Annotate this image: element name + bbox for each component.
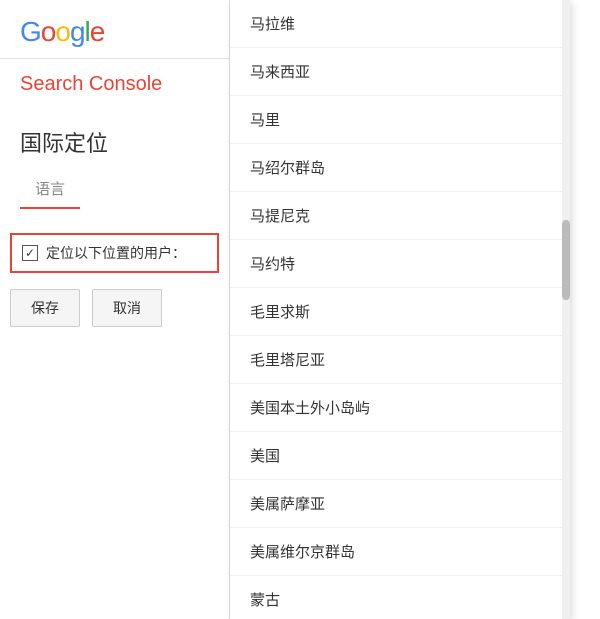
list-item[interactable]: 美国本土外小岛屿 — [230, 384, 570, 432]
cancel-button[interactable]: 取消 — [92, 289, 162, 327]
target-users-checkbox[interactable] — [22, 245, 38, 261]
list-item[interactable]: 毛里求斯 — [230, 288, 570, 336]
page-title: 国际定位 — [0, 116, 229, 178]
divider — [0, 58, 229, 59]
list-item[interactable]: 美属萨摩亚 — [230, 480, 570, 528]
search-console-title: Search Console — [0, 73, 229, 116]
country-list: 马拉维马来西亚马里马绍尔群岛马提尼克马约特毛里求斯毛里塔尼亚美国本土外小岛屿美国… — [230, 0, 570, 619]
save-button[interactable]: 保存 — [10, 289, 80, 327]
list-item[interactable]: 美属维尔京群岛 — [230, 528, 570, 576]
list-item[interactable]: 马拉维 — [230, 0, 570, 48]
scrollbar[interactable] — [562, 0, 570, 619]
list-item[interactable]: 马里 — [230, 96, 570, 144]
checkbox-label: 定位以下位置的用户： — [46, 243, 186, 263]
country-dropdown: 马拉维马来西亚马里马绍尔群岛马提尼克马约特毛里求斯毛里塔尼亚美国本土外小岛屿美国… — [230, 0, 570, 619]
list-item[interactable]: 马约特 — [230, 240, 570, 288]
list-item[interactable]: 蒙古 — [230, 576, 570, 619]
logo-text: Google — [20, 16, 104, 48]
google-logo: Google — [0, 0, 229, 58]
scrollbar-thumb[interactable] — [562, 220, 570, 300]
list-item[interactable]: 美国 — [230, 432, 570, 480]
list-item[interactable]: 毛里塔尼亚 — [230, 336, 570, 384]
button-row: 保存 取消 — [0, 289, 229, 327]
list-item[interactable]: 马来西亚 — [230, 48, 570, 96]
left-panel: Google Search Console 国际定位 语言 定位以下位置的用户：… — [0, 0, 230, 619]
list-item[interactable]: 马提尼克 — [230, 192, 570, 240]
language-tab[interactable]: 语言 — [20, 178, 80, 209]
checkbox-area: 定位以下位置的用户： — [10, 233, 219, 273]
list-item[interactable]: 马绍尔群岛 — [230, 144, 570, 192]
